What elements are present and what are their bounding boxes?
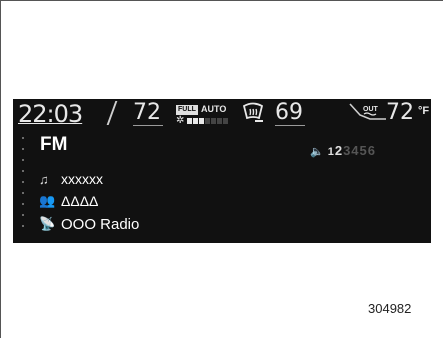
artist-name: ΔΔΔΔ: [61, 193, 99, 209]
fan-level-segment: [193, 118, 198, 124]
preset-list: 🔈 123456: [310, 143, 376, 158]
speaker-icon: 🔈: [310, 146, 325, 158]
preset-5[interactable]: 5: [360, 143, 368, 158]
antenna-icon: 📡: [39, 216, 56, 231]
fan-icon: ✲: [176, 115, 185, 126]
svg-text:OUT: OUT: [363, 106, 379, 113]
fan-auto-label: AUTO: [201, 104, 227, 114]
outside-temp-unit: °F: [418, 105, 430, 117]
divider-slash: [106, 101, 118, 125]
clock: 22:03: [18, 100, 83, 128]
fan-level-segment: [223, 118, 228, 124]
fan-level-segment: [187, 118, 192, 124]
fan-level-segment: [217, 118, 222, 124]
audio-source: FM: [40, 134, 68, 155]
defrost-icon: [242, 102, 264, 122]
music-note-icon: ♫: [39, 171, 49, 187]
station-row: 📡 OOO Radio: [39, 214, 139, 234]
preset-2[interactable]: 2: [335, 143, 343, 158]
figure-number: 304982: [368, 301, 412, 316]
preset-4[interactable]: 4: [351, 143, 359, 158]
song-row: ♫ xxxxxx: [39, 169, 103, 189]
fan-level-segment: [205, 118, 210, 124]
song-title: xxxxxx: [61, 171, 103, 187]
fan-speed-indicator: FULL AUTO ✲: [176, 104, 232, 127]
fan-level-segment: [211, 118, 216, 124]
fan-level-segment: [199, 118, 204, 124]
preset-6[interactable]: 6: [368, 143, 376, 158]
station-name: OOO Radio: [61, 215, 140, 233]
fan-full-badge: FULL: [176, 105, 198, 115]
display-screen: 22:03 72 FULL AUTO ✲ 69 OUT 72 °F FM 🔈 1…: [13, 99, 431, 243]
scroll-dots: [22, 137, 26, 241]
artist-icon: 👥: [39, 193, 56, 208]
preset-1[interactable]: 1: [328, 146, 335, 158]
fan-level-bars: [187, 118, 229, 136]
frame-left-border: [0, 0, 1, 338]
outside-temp: 72: [386, 100, 414, 125]
climate-status-bar: 22:03 72 FULL AUTO ✲ 69 OUT 72 °F: [13, 99, 431, 131]
passenger-temp: 69: [275, 100, 303, 125]
outside-temp-icon: OUT: [349, 103, 386, 120]
driver-temp-underline: [133, 125, 163, 126]
artist-row: 👥 ΔΔΔΔ: [39, 191, 98, 211]
frame-top-border: [0, 0, 443, 1]
driver-temp: 72: [133, 100, 161, 125]
outside-temp-block: OUT 72 °F: [348, 100, 430, 129]
passenger-temp-underline: [275, 125, 305, 126]
